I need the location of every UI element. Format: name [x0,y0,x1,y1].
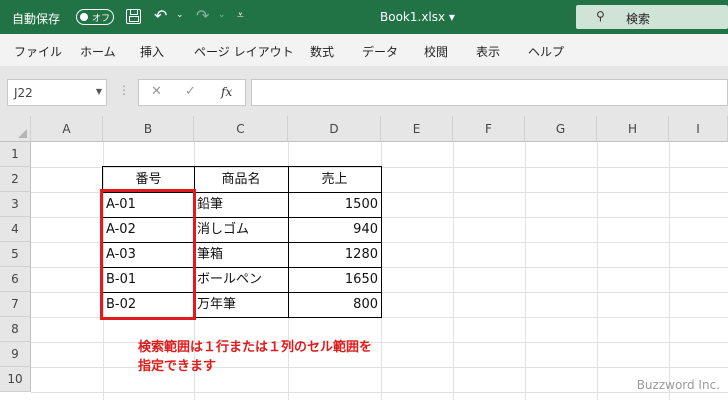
search-label: 検索 [626,12,651,26]
redo-icon[interactable]: ↷ [196,6,209,25]
column-header-d[interactable]: D [288,116,381,142]
gridline [453,142,454,400]
customize-toolbar-icon[interactable]: ⩡ [237,8,244,23]
worksheet-grid: A B C D E F G H I 1 2 3 4 5 6 7 8 9 10 番… [0,116,728,400]
tab-home[interactable]: ホーム [80,43,116,60]
cell-d6[interactable]: 1650 [288,267,381,292]
search-icon: ⚲ [596,9,605,23]
tab-page-layout[interactable]: ページ レイアウト [194,43,294,60]
column-header-g[interactable]: G [525,116,597,142]
cell-d2[interactable]: 売上 [288,167,381,192]
row-header-4[interactable]: 4 [0,217,31,242]
autosave-toggle[interactable]: オフ [76,9,114,25]
column-header-h[interactable]: H [597,116,669,142]
file-title[interactable]: Book1.xlsx ▾ [380,10,455,24]
formula-input[interactable] [251,79,728,106]
toggle-knob-icon [80,13,88,21]
insert-function-icon[interactable]: fx [221,85,232,99]
autosave-state: オフ [92,14,111,24]
tab-review[interactable]: 校閲 [424,43,448,60]
select-all-button[interactable] [0,116,31,142]
redo-dropdown-icon[interactable]: ⌄ [218,10,226,20]
undo-dropdown-icon[interactable]: ⌄ [176,10,184,20]
row-header-6[interactable]: 6 [0,267,31,292]
save-icon[interactable] [126,9,141,24]
gridline [31,392,728,393]
cell-d7[interactable]: 800 [288,292,381,317]
ribbon-tabs: ファイル ホーム 挿入 ページ レイアウト 数式 データ 校閲 表示 ヘルプ [0,34,728,66]
tab-data[interactable]: データ [362,43,398,60]
gridline [597,142,598,400]
search-range-highlight [100,189,196,320]
column-header-a[interactable]: A [31,116,103,142]
cell-d5[interactable]: 1280 [288,242,381,267]
cell-c7[interactable]: 万年筆 [194,292,288,317]
annotation-line-1: 検索範囲は１行または１列のセル範囲を [138,340,373,355]
column-header-b[interactable]: B [103,116,194,142]
cell-c4[interactable]: 消しゴム [194,217,288,242]
cell-c6[interactable]: ボールペン [194,267,288,292]
row-header-3[interactable]: 3 [0,192,31,217]
row-header-8[interactable]: 8 [0,317,31,342]
column-header-i[interactable]: I [669,116,728,142]
row-header-7[interactable]: 7 [0,292,31,317]
cancel-icon[interactable]: ✕ [151,84,162,99]
cell-d3[interactable]: 1500 [288,192,381,217]
cell-c5[interactable]: 筆箱 [194,242,288,267]
enter-icon[interactable]: ✓ [185,84,196,99]
gridline [31,367,728,368]
title-bar: 自動保存 オフ ↶ ⌄ ↷ ⌄ ⩡ Book1.xlsx ▾ ⚲ 検索 [0,0,728,34]
tab-help[interactable]: ヘルプ [528,43,564,60]
row-header-5[interactable]: 5 [0,242,31,267]
row-header-10[interactable]: 10 [0,367,31,392]
more-options-icon[interactable]: ⋮ [118,83,130,97]
row-header-9[interactable]: 9 [0,342,31,367]
search-box[interactable]: ⚲ 検索 [576,5,728,29]
tab-file[interactable]: ファイル [14,43,62,60]
column-header-e[interactable]: E [381,116,453,142]
row-header-2[interactable]: 2 [0,167,31,192]
formula-buttons: ✕ ✓ fx [138,79,246,106]
annotation-line-2: 指定できます [138,359,217,374]
undo-icon[interactable]: ↶ [154,6,167,25]
cell-d4[interactable]: 940 [288,217,381,242]
name-box-value: J22 [14,86,33,100]
column-header-c[interactable]: C [194,116,288,142]
cell-c2[interactable]: 商品名 [194,167,288,192]
watermark: Buzzword Inc. [636,378,720,392]
formula-bar: J22 ▼ ⋮ ✕ ✓ fx [0,66,728,116]
tab-insert[interactable]: 挿入 [140,43,164,60]
gridline [669,142,670,400]
gridline [525,142,526,400]
autosave-label: 自動保存 [12,12,61,26]
tab-formulas[interactable]: 数式 [310,43,334,60]
column-header-f[interactable]: F [453,116,525,142]
cell-c3[interactable]: 鉛筆 [194,192,288,217]
row-header-1[interactable]: 1 [0,142,31,167]
gridline [31,342,728,343]
chevron-down-icon[interactable]: ▼ [96,87,102,96]
name-box[interactable]: J22 ▼ [7,79,107,106]
tab-view[interactable]: 表示 [476,43,500,60]
